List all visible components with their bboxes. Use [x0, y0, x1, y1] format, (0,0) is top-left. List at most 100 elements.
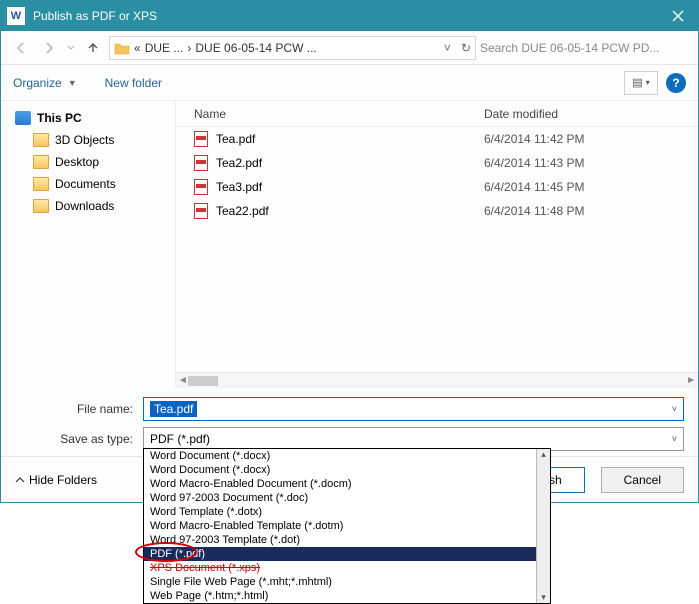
arrow-right-icon	[42, 41, 56, 55]
file-date: 6/4/2014 11:42 PM	[476, 132, 698, 146]
saveas-option[interactable]: Word Template (*.dotx)	[144, 505, 550, 519]
nav-this-pc[interactable]: This PC	[15, 107, 171, 129]
scroll-thumb[interactable]	[188, 376, 218, 386]
command-bar: Organize ▼ New folder ▤ ▾ ?	[1, 65, 698, 101]
folder-icon	[114, 41, 130, 55]
search-placeholder: Search DUE 06-05-14 PCW PD...	[480, 41, 690, 55]
navigation-row: « DUE ... › DUE 06-05-14 PCW ... ˅ ↻ Sea…	[1, 31, 698, 65]
saveas-value: PDF (*.pdf)	[150, 432, 210, 446]
file-row[interactable]: Tea22.pdf 6/4/2014 11:48 PM	[176, 199, 698, 223]
file-date: 6/4/2014 11:45 PM	[476, 180, 698, 194]
pc-icon	[15, 111, 31, 125]
nav-label: Desktop	[55, 155, 99, 169]
horizontal-scrollbar[interactable]: ◄ ►	[176, 372, 698, 388]
nav-desktop[interactable]: Desktop	[15, 151, 171, 173]
file-row[interactable]: Tea3.pdf 6/4/2014 11:45 PM	[176, 175, 698, 199]
pdf-icon	[194, 131, 208, 147]
breadcrumb[interactable]: « DUE ... › DUE 06-05-14 PCW ... ˅ ↻	[109, 36, 476, 60]
saveas-dropdown: Word Document (*.docx) Word Document (*.…	[143, 448, 551, 604]
pdf-icon	[194, 179, 208, 195]
folder-icon	[33, 177, 49, 191]
file-list-pane: Name Date modified Tea.pdf 6/4/2014 11:42…	[176, 101, 698, 388]
title-bar: W Publish as PDF or XPS	[1, 1, 698, 31]
pdf-icon	[194, 203, 208, 219]
col-name[interactable]: Name	[176, 107, 476, 121]
nav-back-button[interactable]	[9, 36, 33, 60]
saveas-option[interactable]: Word Macro-Enabled Template (*.dotm)	[144, 519, 550, 533]
saveas-option[interactable]: Word Document (*.docx)	[144, 449, 550, 463]
nav-recent-button[interactable]	[65, 36, 77, 60]
file-name: Tea2.pdf	[216, 156, 262, 170]
saveas-label: Save as type:	[15, 432, 143, 446]
close-icon	[672, 10, 684, 22]
window-title: Publish as PDF or XPS	[33, 9, 658, 23]
saveas-option[interactable]: Single File Web Page (*.mht;*.mhtml)	[144, 575, 550, 589]
file-name: Tea3.pdf	[216, 180, 262, 194]
scroll-left-icon: ◄	[178, 375, 188, 386]
saveas-option[interactable]: Word Macro-Enabled Document (*.docm)	[144, 477, 550, 491]
scroll-up-icon: ▴	[541, 449, 546, 460]
file-date: 6/4/2014 11:43 PM	[476, 156, 698, 170]
chevron-down-icon	[67, 44, 75, 52]
dialog-window: W Publish as PDF or XPS « DUE ... › DUE …	[0, 0, 699, 503]
nav-forward-button[interactable]	[37, 36, 61, 60]
folder-icon	[33, 199, 49, 213]
help-button[interactable]: ?	[666, 73, 686, 93]
cancel-button[interactable]: Cancel	[601, 467, 684, 493]
file-date: 6/4/2014 11:48 PM	[476, 204, 698, 218]
button-label: Cancel	[624, 473, 661, 487]
view-options-button[interactable]: ▤ ▾	[624, 71, 658, 95]
folder-icon	[33, 155, 49, 169]
hide-folders-button[interactable]: Hide Folders	[15, 473, 97, 487]
word-app-icon: W	[7, 7, 25, 25]
filename-field[interactable]: Tea.pdf ˅	[143, 397, 684, 421]
breadcrumb-sep: ›	[187, 41, 191, 55]
saveas-option[interactable]: Word Document (*.docx)	[144, 463, 550, 477]
pdf-icon	[194, 155, 208, 171]
breadcrumb-part1[interactable]: DUE ...	[145, 41, 184, 55]
view-icon: ▤	[632, 76, 642, 89]
file-name: Tea.pdf	[216, 132, 255, 146]
organize-menu[interactable]: Organize	[13, 76, 62, 90]
navigation-pane: This PC 3D Objects Desktop Documents Dow…	[1, 101, 176, 388]
arrow-left-icon	[14, 41, 28, 55]
nav-downloads[interactable]: Downloads	[15, 195, 171, 217]
col-date[interactable]: Date modified	[476, 107, 698, 121]
nav-label: 3D Objects	[55, 133, 114, 147]
chevron-down-icon[interactable]: ˅	[672, 404, 677, 414]
breadcrumb-part2[interactable]: DUE 06-05-14 PCW ...	[195, 41, 316, 55]
arrow-up-icon	[86, 41, 100, 55]
file-row[interactable]: Tea.pdf 6/4/2014 11:42 PM	[176, 127, 698, 151]
filename-label: File name:	[15, 402, 143, 416]
search-input[interactable]: Search DUE 06-05-14 PCW PD...	[480, 41, 690, 55]
saveas-option[interactable]: Word 97-2003 Template (*.dot)	[144, 533, 550, 547]
chevron-down-icon[interactable]: ˅	[672, 434, 677, 444]
scroll-right-icon: ►	[686, 375, 696, 386]
folder-icon	[33, 133, 49, 147]
chevron-down-icon: ▼	[68, 78, 77, 88]
nav-label: Downloads	[55, 199, 114, 213]
file-row[interactable]: Tea2.pdf 6/4/2014 11:43 PM	[176, 151, 698, 175]
breadcrumb-sep: «	[134, 41, 141, 55]
chevron-up-icon	[15, 475, 25, 485]
refresh-button[interactable]: ↻	[461, 41, 471, 55]
chevron-down-icon: ▾	[646, 78, 650, 87]
nav-label: Documents	[55, 177, 116, 191]
nav-up-button[interactable]	[81, 36, 105, 60]
saveas-option[interactable]: XPS Document (*.xps)	[144, 561, 550, 575]
hide-folders-label: Hide Folders	[29, 473, 97, 487]
new-folder-button[interactable]: New folder	[105, 76, 162, 90]
form-area: File name: Tea.pdf ˅ Save as type: PDF (…	[1, 388, 698, 456]
help-icon: ?	[672, 76, 679, 90]
saveas-option-selected[interactable]: PDF (*.pdf)	[144, 547, 550, 561]
scroll-down-icon: ▾	[541, 592, 546, 603]
nav-label: This PC	[37, 111, 82, 125]
dropdown-scrollbar[interactable]: ▴▾	[536, 449, 550, 603]
nav-documents[interactable]: Documents	[15, 173, 171, 195]
filename-value: Tea.pdf	[150, 401, 197, 417]
saveas-option[interactable]: Web Page (*.htm;*.html)	[144, 589, 550, 603]
nav-3d-objects[interactable]: 3D Objects	[15, 129, 171, 151]
file-name: Tea22.pdf	[216, 204, 269, 218]
close-button[interactable]	[658, 1, 698, 31]
column-headers: Name Date modified	[176, 101, 698, 127]
